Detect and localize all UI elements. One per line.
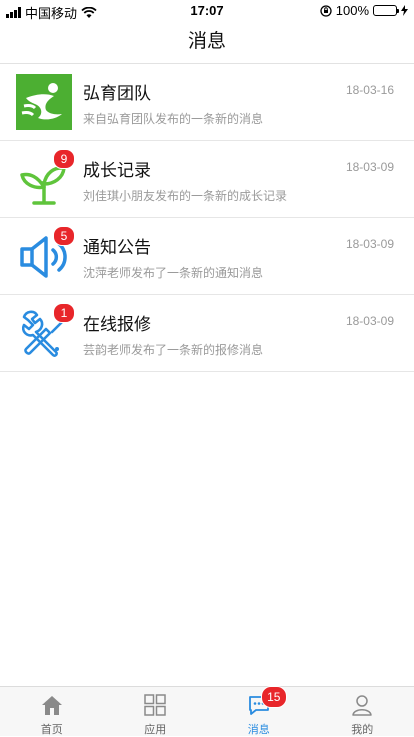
unread-badge: 9 — [53, 149, 75, 169]
tab-messages[interactable]: 15 消息 — [207, 687, 311, 736]
message-item-notice[interactable]: 5 通知公告 沈萍老师发布了一条新的通知消息 18-03-09 — [0, 218, 414, 295]
apps-grid-icon — [143, 693, 167, 717]
status-bar: 中国移动 17:07 100% — [0, 0, 414, 20]
message-icon-wrap: 1 — [16, 305, 72, 361]
battery-icon — [373, 5, 397, 16]
message-title: 在线报修 — [83, 310, 151, 335]
message-icon-wrap: 5 — [16, 228, 72, 284]
unread-badge: 5 — [53, 226, 75, 246]
orientation-lock-icon — [320, 5, 332, 17]
message-list: 弘育团队 来自弘育团队发布的一条新的消息 18-03-16 9 成长记录 刘佳琪… — [0, 64, 414, 372]
tab-label: 首页 — [0, 721, 104, 737]
message-icon-wrap — [16, 74, 72, 130]
message-subtitle: 芸韵老师发布了一条新的报修消息 — [83, 341, 263, 358]
message-icon-wrap: 9 — [16, 151, 72, 207]
message-subtitle: 刘佳琪小朋友发布的一条新的成长记录 — [83, 187, 287, 204]
profile-icon — [350, 693, 374, 717]
message-subtitle: 来自弘育团队发布的一条新的消息 — [83, 110, 263, 127]
home-icon — [40, 693, 64, 717]
status-right: 100% — [320, 3, 408, 18]
tab-home[interactable]: 首页 — [0, 687, 104, 736]
message-title: 通知公告 — [83, 233, 151, 258]
message-date: 18-03-09 — [346, 314, 394, 328]
charging-icon — [401, 5, 408, 16]
message-title: 成长记录 — [83, 156, 151, 181]
message-item-team[interactable]: 弘育团队 来自弘育团队发布的一条新的消息 18-03-16 — [0, 64, 414, 141]
tab-label: 应用 — [104, 721, 208, 737]
message-date: 18-03-09 — [346, 160, 394, 174]
tab-unread-badge: 15 — [261, 686, 287, 708]
nav-bar: 消息 — [0, 20, 414, 64]
tab-profile[interactable]: 我的 — [311, 687, 414, 736]
tab-label: 我的 — [311, 721, 414, 737]
battery-percent: 100% — [336, 3, 369, 18]
message-item-repair[interactable]: 1 在线报修 芸韵老师发布了一条新的报修消息 18-03-09 — [0, 295, 414, 372]
tab-label: 消息 — [207, 721, 311, 737]
message-date: 18-03-09 — [346, 237, 394, 251]
team-logo-icon — [16, 74, 72, 130]
tab-apps[interactable]: 应用 — [104, 687, 208, 736]
message-date: 18-03-16 — [346, 83, 394, 97]
message-item-growth[interactable]: 9 成长记录 刘佳琪小朋友发布的一条新的成长记录 18-03-09 — [0, 141, 414, 218]
message-subtitle: 沈萍老师发布了一条新的通知消息 — [83, 264, 263, 281]
unread-badge: 1 — [53, 303, 75, 323]
page-title: 消息 — [188, 31, 226, 52]
message-title: 弘育团队 — [83, 79, 151, 104]
tab-bar: 首页 应用 15 消息 我的 — [0, 686, 414, 736]
